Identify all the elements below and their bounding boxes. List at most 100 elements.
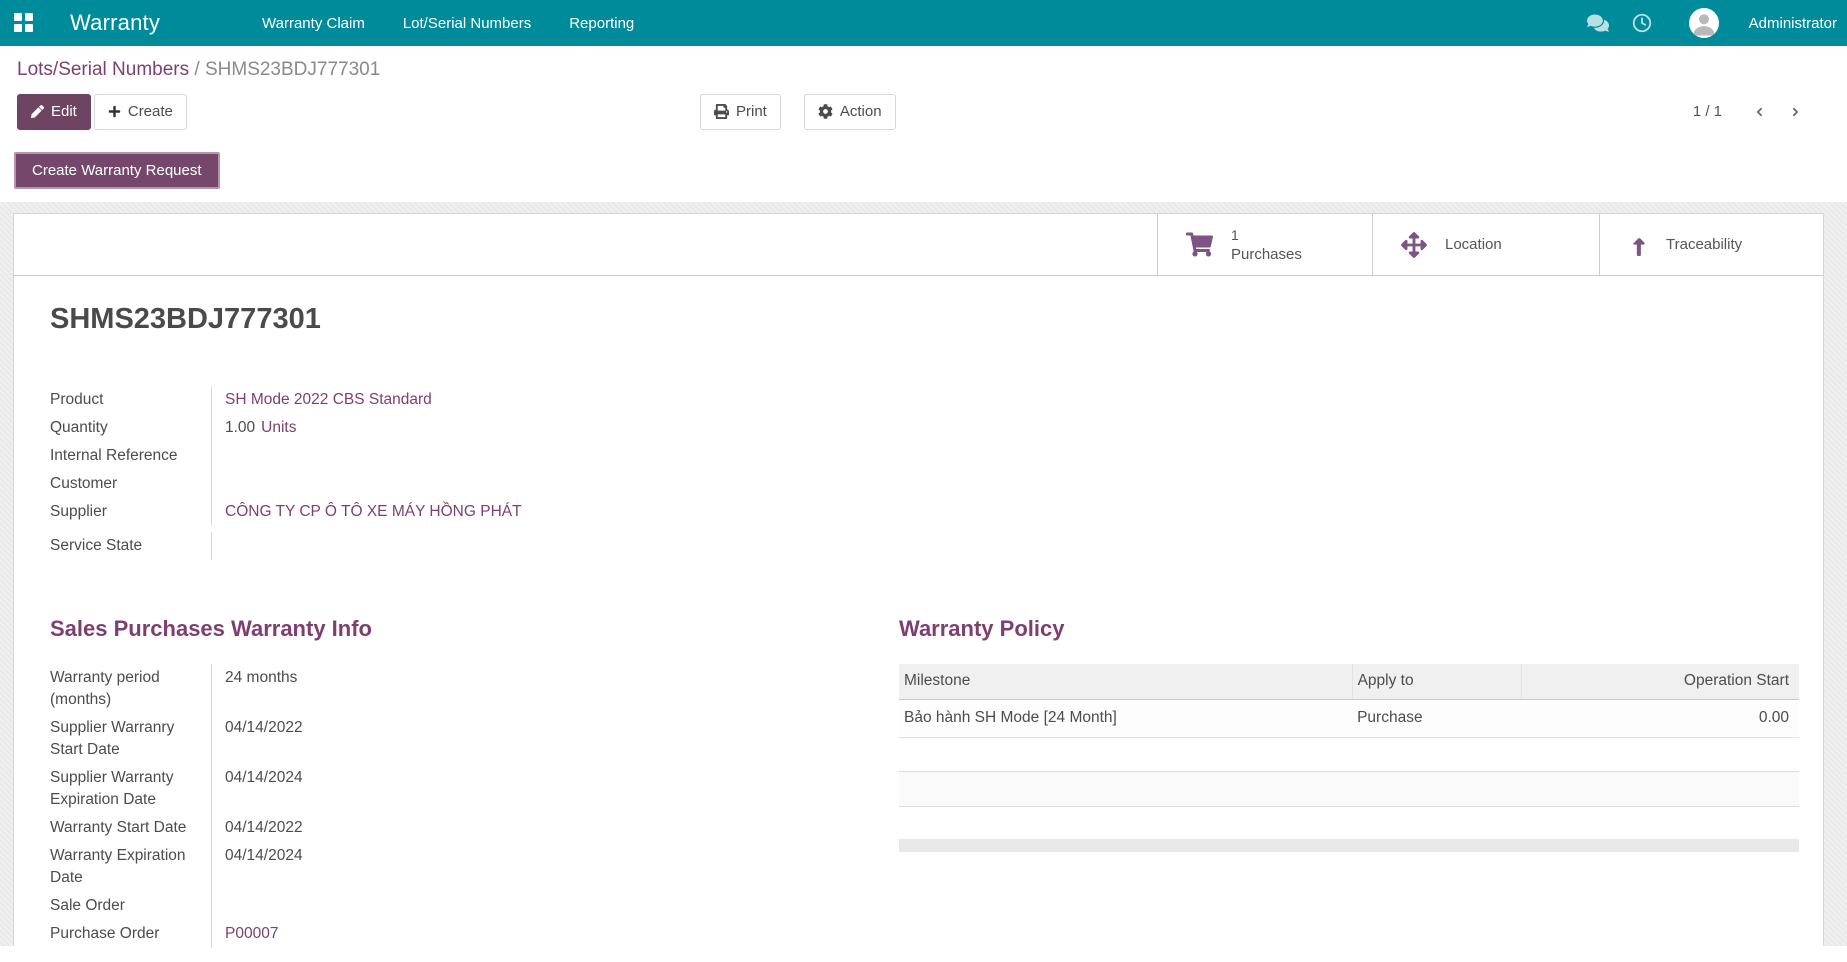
statusbar: Create Warranty Request	[0, 138, 1847, 202]
breadcrumb-separator: /	[194, 59, 200, 80]
create-warranty-request-button[interactable]: Create Warranty Request	[14, 152, 220, 189]
navbar-systray: Administrator	[1586, 8, 1837, 38]
action-button[interactable]: Action	[803, 93, 896, 130]
warranty-expiration-value: 04/14/2024	[211, 842, 899, 892]
print-button[interactable]: Print	[700, 93, 781, 130]
chevron-left-icon	[1756, 107, 1762, 116]
breadcrumb: Lots/Serial Numbers / SHMS23BDJ777301	[17, 59, 1830, 81]
warranty-start-value: 04/14/2022	[211, 814, 899, 842]
empty-table-row	[899, 770, 1799, 807]
customer-value	[211, 470, 1823, 498]
main-menu: Warranty Claim Lot/Serial Numbers Report…	[262, 2, 634, 45]
cell-operation-start[interactable]: 0.00	[1521, 699, 1799, 738]
warranty-policy-section: Warranty Policy Milestone Apply to Opera…	[899, 616, 1823, 948]
control-panel: Lots/Serial Numbers / SHMS23BDJ777301 Ed…	[0, 46, 1847, 138]
location-label: Location	[1445, 236, 1502, 253]
pencil-icon	[31, 105, 44, 118]
internal-reference-value	[211, 442, 1823, 470]
menu-warranty-claim[interactable]: Warranty Claim	[262, 2, 365, 45]
smart-button-location[interactable]: Location	[1372, 214, 1599, 275]
field-row-supplier-warranty-start: Supplier Warranry Start Date 04/14/2022	[50, 714, 899, 764]
supplier-link[interactable]: CÔNG TY CP Ô TÔ XE MÁY HỒNG PHÁT	[225, 503, 522, 520]
supplier-warranty-start-value: 04/14/2022	[211, 714, 899, 764]
menu-lot-serial-numbers[interactable]: Lot/Serial Numbers	[403, 2, 531, 45]
edit-button[interactable]: Edit	[17, 93, 91, 130]
top-navbar: Warranty Warranty Claim Lot/Serial Numbe…	[0, 0, 1847, 46]
warranty-info-section: Sales Purchases Warranty Info Warranty p…	[33, 616, 899, 948]
form-sheet: 1 Purchases Location Traceability SHMS23…	[13, 213, 1824, 948]
printer-icon	[714, 104, 729, 119]
field-row-quantity: Quantity 1.00 Units	[50, 414, 1823, 442]
sheet-body: SHMS23BDJ777301 Product SH Mode 2022 CBS…	[14, 276, 1823, 948]
menu-reporting[interactable]: Reporting	[569, 2, 634, 45]
field-label-purchase-order: Purchase Order	[50, 925, 160, 942]
column-header-operation-start[interactable]: Operation Start	[1521, 664, 1799, 700]
pager-next-button[interactable]	[1782, 99, 1808, 125]
cell-apply-to[interactable]: Purchase	[1352, 699, 1522, 738]
content-background: 1 Purchases Location Traceability SHMS23…	[0, 202, 1847, 948]
smart-button-row: 1 Purchases Location Traceability	[14, 214, 1823, 276]
column-header-apply-to[interactable]: Apply to	[1351, 664, 1522, 700]
field-row-service-state: Service State	[50, 532, 1823, 560]
field-row-customer: Customer	[50, 470, 1823, 498]
avatar[interactable]	[1688, 8, 1719, 38]
purchases-count: 1	[1231, 226, 1239, 243]
field-row-product: Product SH Mode 2022 CBS Standard	[50, 386, 1823, 414]
pager-counter: 1 / 1	[1692, 103, 1722, 120]
warranty-policy-title: Warranty Policy	[899, 616, 1065, 641]
control-panel-buttons: Edit Create Print Action 1 / 1	[17, 93, 1830, 130]
arrow-up-icon	[1633, 237, 1645, 256]
apps-grid-icon[interactable]	[14, 13, 34, 33]
messages-icon[interactable]	[1586, 12, 1609, 34]
gear-icon	[818, 104, 833, 119]
main-field-group: Product SH Mode 2022 CBS Standard Quanti…	[50, 386, 1823, 560]
warranty-policy-table: Milestone Apply to Operation Start Bảo h…	[899, 664, 1799, 738]
field-label-sale-order: Sale Order	[50, 897, 125, 914]
quantity-value: 1.00	[225, 419, 256, 436]
smart-button-purchases[interactable]: 1 Purchases	[1157, 214, 1372, 275]
field-label-warranty-start: Warranty Start Date	[50, 819, 187, 836]
field-row-supplier: Supplier CÔNG TY CP Ô TÔ XE MÁY HỒNG PHÁ…	[50, 498, 1823, 526]
sale-order-value	[211, 892, 899, 920]
field-row-warranty-period: Warranty period (months) 24 months	[50, 664, 899, 714]
breadcrumb-parent-link[interactable]: Lots/Serial Numbers	[17, 59, 189, 80]
column-header-milestone[interactable]: Milestone	[899, 664, 1353, 700]
table-header-row: Milestone Apply to Operation Start	[899, 664, 1799, 700]
empty-table-row	[899, 807, 1799, 839]
field-label-warranty-period: Warranty period (months)	[50, 669, 160, 708]
table-row[interactable]: Bảo hành SH Mode [24 Month] Purchase 0.0…	[899, 699, 1799, 738]
units-link[interactable]: Units	[261, 419, 296, 436]
product-link[interactable]: SH Mode 2022 CBS Standard	[225, 391, 432, 408]
create-button[interactable]: Create	[93, 93, 187, 130]
field-label-supplier-warranty-start: Supplier Warranry Start Date	[50, 719, 175, 758]
field-label-quantity: Quantity	[50, 419, 108, 436]
breadcrumb-current: SHMS23BDJ777301	[204, 59, 381, 80]
plus-icon	[108, 105, 121, 118]
cell-milestone[interactable]: Bảo hành SH Mode [24 Month]	[899, 699, 1353, 738]
record-title: SHMS23BDJ777301	[50, 303, 321, 335]
activities-clock-icon[interactable]	[1631, 12, 1653, 34]
field-label-product: Product	[50, 391, 104, 408]
pager-previous-button[interactable]	[1746, 99, 1772, 125]
field-label-customer: Customer	[50, 475, 118, 492]
field-row-warranty-start: Warranty Start Date 04/14/2022	[50, 814, 899, 842]
app-brand[interactable]: Warranty	[70, 10, 160, 36]
traceability-label: Traceability	[1666, 236, 1743, 253]
field-row-purchase-order: Purchase Order P00007	[50, 920, 899, 948]
field-label-supplier: Supplier	[50, 503, 107, 520]
supplier-warranty-expiration-value: 04/14/2024	[211, 764, 899, 814]
field-label-service-state: Service State	[50, 537, 143, 554]
field-row-warranty-expiration: Warranty Expiration Date 04/14/2024	[50, 842, 899, 892]
field-row-sale-order: Sale Order	[50, 892, 899, 920]
user-name[interactable]: Administrator	[1749, 15, 1837, 32]
field-label-supplier-warranty-expiration: Supplier Warranty Expiration Date	[50, 769, 174, 808]
arrows-move-icon	[1401, 231, 1427, 258]
purchase-order-link[interactable]: P00007	[225, 925, 278, 942]
empty-table-row	[899, 738, 1799, 771]
service-state-value	[211, 532, 1823, 560]
field-row-supplier-warranty-expiration: Supplier Warranty Expiration Date 04/14/…	[50, 764, 899, 814]
field-label-internal-reference: Internal Reference	[50, 447, 178, 464]
table-footer-bar	[899, 838, 1799, 852]
field-row-internal-reference: Internal Reference	[50, 442, 1823, 470]
smart-button-traceability[interactable]: Traceability	[1599, 214, 1823, 275]
